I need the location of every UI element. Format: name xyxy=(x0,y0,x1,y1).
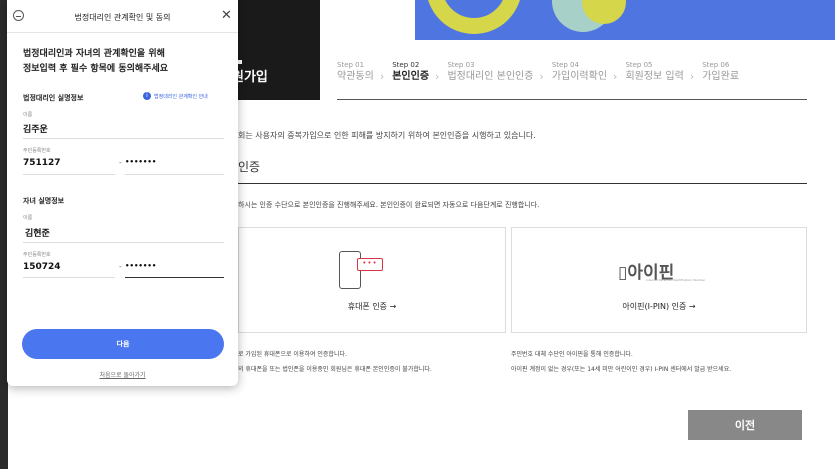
back-to-start-link[interactable]: 처음으로 돌아가기 xyxy=(7,370,238,379)
ipin-note-1: 주민번호 대체 수단인 아이핀을 통해 인증합니다. xyxy=(511,351,633,358)
child-rrn-back-underline xyxy=(125,277,224,278)
phone-note-2: 의 휴대폰을 또는 법인폰을 이용중인 회원님은 휴대폰 본인인증이 불가합니다… xyxy=(238,366,432,373)
step-content: Step 05 회원정보 입력 xyxy=(625,60,683,84)
deco-white-block xyxy=(320,0,415,40)
guardian-rrn-front-field[interactable]: 751127 xyxy=(23,158,61,168)
chevron-right-icon: › xyxy=(539,70,544,83)
step-number: Step 03 xyxy=(447,61,475,69)
guardian-section-title: 법정대리인 실명정보 xyxy=(23,94,84,102)
step-2: Step 02 본인인증 › xyxy=(392,60,441,84)
info-icon: i xyxy=(143,92,151,100)
child-rrn-back-field[interactable]: ••••••• xyxy=(125,262,156,270)
step-name: 회원정보 입력 xyxy=(625,71,684,82)
step-number: Step 06 xyxy=(702,61,730,69)
ipin-auth-label: 아이핀(I-PIN) 인증 → xyxy=(622,302,696,311)
step-content: Step 01 약관동의 xyxy=(337,60,374,84)
steps-divider xyxy=(337,99,807,100)
step-name: 법정대리인 본인인증 xyxy=(447,71,534,82)
step-name: 약관동의 xyxy=(337,71,374,82)
guardian-name-field[interactable]: 김주운 xyxy=(23,122,48,135)
step-content: Step 02 본인인증 xyxy=(392,60,429,84)
ipin-note-2: 아이핀 계정이 없는 경우(또는 14세 미만 어린이인 경우) I-PIN 센… xyxy=(511,366,732,373)
step-number: Step 01 xyxy=(337,61,365,69)
guardian-rrn-back-underline xyxy=(125,174,224,175)
guardian-name-underline xyxy=(23,138,224,139)
header-decoration xyxy=(320,0,835,40)
child-name-underline xyxy=(23,242,224,243)
auth-description: 하시는 인증 수단으로 본인인증을 진행해주세요. 본인인증이 완료되면 자동으… xyxy=(238,201,540,209)
next-button[interactable]: 다음 xyxy=(22,329,224,359)
child-section-title: 자녀 실명정보 xyxy=(23,197,65,205)
modal-lead: 법정대리인과 자녀의 관계확인을 위해 정보입력 후 필수 항목에 동의해주세요 xyxy=(23,47,168,77)
step-number: Step 04 xyxy=(551,61,579,69)
ipin-logo-subtitle: Internet Personal Identification Number xyxy=(646,278,706,282)
step-name: 가입완료 xyxy=(702,71,740,82)
step-name: 가입이력확인 xyxy=(551,71,608,82)
rrn-dash: - xyxy=(119,159,122,167)
chevron-right-icon: › xyxy=(435,70,440,83)
step-content: Step 03 법정대리인 본인인증 xyxy=(447,60,533,84)
chevron-right-icon: › xyxy=(689,70,695,83)
modal-header: 법정대리인 관계확인 및 동의 ✕ xyxy=(7,0,238,33)
child-name-label: 이름 xyxy=(23,215,33,221)
signup-banner xyxy=(238,0,320,100)
child-rrn-label: 주민등록번호 xyxy=(23,252,51,258)
step-5: Step 05 회원정보 입력 › xyxy=(625,60,696,84)
chevron-right-icon: › xyxy=(613,70,618,83)
section-title: 인증 xyxy=(238,160,261,174)
step-number: Step 05 xyxy=(625,61,653,69)
phone-auth-card[interactable]: 휴대폰 인증 → xyxy=(238,227,506,333)
message-bubble-icon: ••• xyxy=(357,258,383,271)
modal-lead-line-1: 법정대리인과 자녀의 관계확인을 위해 xyxy=(23,49,165,59)
guardian-info-label: 법정대리인 관계확인 안내 xyxy=(154,93,208,100)
step-name: 본인인증 xyxy=(392,71,430,82)
rrn-dash-child: - xyxy=(119,263,122,271)
phone-auth-label: 휴대폰 인증 → xyxy=(347,302,397,311)
signup-steps: Step 01 약관동의 › Step 02 본인인증 › Step 03 법정대리인 본인인… xyxy=(337,60,745,84)
guardian-name-label: 이름 xyxy=(23,112,33,118)
step-1: Step 01 약관동의 › xyxy=(337,60,386,84)
step-3: Step 03 법정대리인 본인인증 › xyxy=(447,60,545,84)
chevron-right-icon: › xyxy=(379,70,385,83)
guardian-rrn-back-field[interactable]: ••••••• xyxy=(125,158,156,166)
step-number: Step 02 xyxy=(392,61,420,69)
phone-note-1: 로 가입된 휴대폰으로 이용하여 인증합니다. xyxy=(238,351,347,358)
auth-notice: 회는 사용자의 중복가입으로 인한 피해를 방지하기 위하여 본인인증을 시행하… xyxy=(238,131,536,140)
guardian-rrn-label: 주민등록번호 xyxy=(23,148,51,154)
guardian-consent-modal: 법정대리인 관계확인 및 동의 ✕ 법정대리인과 자녀의 관계확인을 위해 정보… xyxy=(7,0,238,386)
step-4: Step 04 가입이력확인 › xyxy=(552,60,620,84)
guardian-rrn-front-underline xyxy=(23,174,115,175)
step-content: Step 04 가입이력확인 xyxy=(552,60,607,84)
child-rrn-front-underline xyxy=(23,277,115,278)
close-icon[interactable]: ✕ xyxy=(221,9,232,22)
banner-dot xyxy=(238,60,242,64)
modal-title: 법정대리인 관계확인 및 동의 xyxy=(74,13,171,22)
step-6: Step 06 가입완료 xyxy=(702,60,739,84)
guardian-info-link[interactable]: i 법정대리인 관계확인 안내 xyxy=(143,92,208,100)
modal-lead-line-2: 정보입력 후 필수 항목에 동의해주세요 xyxy=(23,64,169,74)
child-rrn-front-field[interactable]: 150724 xyxy=(23,262,61,272)
step-content: Step 06 가입완료 xyxy=(702,60,739,84)
section-divider xyxy=(238,183,807,184)
child-name-field[interactable]: 김현준 xyxy=(25,226,50,239)
prev-button[interactable]: 이전 xyxy=(688,410,802,440)
